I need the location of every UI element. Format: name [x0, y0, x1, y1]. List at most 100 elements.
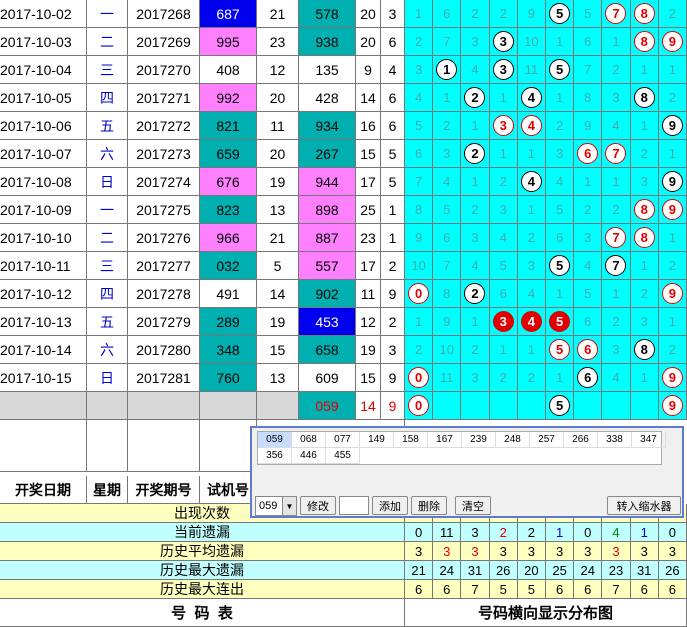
trial-number: 760 — [200, 364, 257, 392]
number-item[interactable]: 248 — [496, 432, 530, 448]
dist-cell: 8 — [630, 84, 659, 112]
dist-cell: 3 — [602, 336, 631, 364]
number-item[interactable]: 149 — [360, 432, 394, 448]
number-select[interactable]: 059 ▼ — [255, 496, 297, 516]
draw-date: 2017-10-09 — [0, 196, 87, 224]
stat-value: 26 — [658, 561, 687, 580]
sum-value: 23 — [356, 224, 381, 252]
sum-value: 12 — [356, 308, 381, 336]
number-item[interactable]: 455 — [326, 448, 360, 464]
hit-ball: 2 — [464, 283, 486, 304]
number-item[interactable]: 356 — [258, 448, 292, 464]
current-dist-cell — [433, 392, 462, 420]
span-value: 1 — [381, 196, 405, 224]
number-item[interactable]: 059 — [258, 432, 292, 448]
number-item[interactable]: 077 — [326, 432, 360, 448]
dist-cell: 6 — [546, 224, 575, 252]
number-item[interactable]: 068 — [292, 432, 326, 448]
weekday: 二 — [87, 28, 128, 56]
dist-cell: 2 — [461, 280, 490, 308]
hit-ball: 4 — [520, 171, 542, 192]
clear-button[interactable]: 清空 — [455, 496, 491, 515]
stat-value: 3 — [461, 542, 490, 561]
trial-sum: 12 — [257, 56, 299, 84]
current-dist-cell — [602, 392, 631, 420]
number-input[interactable] — [339, 496, 369, 515]
dist-cell: 1 — [489, 140, 518, 168]
dist-cell: 5 — [433, 196, 462, 224]
weekday: 四 — [87, 280, 128, 308]
number-item[interactable]: 257 — [530, 432, 564, 448]
trial-number: 966 — [200, 224, 257, 252]
header-wk: 星期 — [87, 476, 128, 504]
dist-cell: 6 — [433, 224, 462, 252]
dist-cell: 2 — [433, 112, 462, 140]
winning-number: 898 — [299, 196, 356, 224]
period-number: 2017273 — [128, 140, 200, 168]
transfer-to-filter-button[interactable]: 转入缩水器 — [607, 496, 681, 515]
winning-number: 902 — [299, 280, 356, 308]
dist-cell: 2 — [658, 84, 687, 112]
sum-value: 9 — [356, 56, 381, 84]
dist-cell: 3 — [602, 84, 631, 112]
dist-cell: 5 — [546, 56, 575, 84]
dist-cell: 3 — [630, 168, 659, 196]
dist-cell: 4 — [574, 252, 603, 280]
dist-cell: 3 — [461, 224, 490, 252]
dist-cell: 1 — [658, 224, 687, 252]
dist-cell: 7 — [602, 224, 631, 252]
dist-cell: 0 — [405, 280, 434, 308]
delete-button[interactable]: 删除 — [411, 496, 447, 515]
number-item[interactable]: 266 — [564, 432, 598, 448]
dist-cell: 4 — [517, 84, 546, 112]
number-item[interactable]: 338 — [598, 432, 632, 448]
trial-number: 821 — [200, 112, 257, 140]
number-list[interactable]: 059 068 077 149 158 167 239 248 257 266 338 347 356 4… — [257, 431, 666, 465]
weekday: 五 — [87, 308, 128, 336]
dist-cell: 7 — [405, 168, 434, 196]
stat-value: 7 — [602, 580, 631, 599]
chevron-down-icon[interactable]: ▼ — [282, 497, 296, 515]
footer-left: 号 码 表 — [0, 599, 405, 627]
dist-cell: 8 — [574, 84, 603, 112]
span-value: 6 — [381, 28, 405, 56]
add-button[interactable]: 添加 — [372, 496, 408, 515]
edit-button[interactable]: 修改 — [300, 496, 336, 515]
number-item[interactable]: 158 — [394, 432, 428, 448]
span-value: 1 — [381, 224, 405, 252]
stat-value: 21 — [405, 561, 434, 580]
stat-value: 3 — [630, 542, 659, 561]
weekday: 日 — [87, 168, 128, 196]
number-item[interactable]: 446 — [292, 448, 326, 464]
current-dist-cell — [630, 392, 659, 420]
draw-date: 2017-10-07 — [0, 140, 87, 168]
period-number: 2017276 — [128, 224, 200, 252]
number-item[interactable]: 167 — [428, 432, 462, 448]
dist-cell: 1 — [461, 308, 490, 336]
number-item[interactable]: 347 — [632, 432, 666, 448]
trial-sum: 20 — [257, 140, 299, 168]
stat-value: 6 — [546, 580, 575, 599]
stat-value: 0 — [574, 523, 603, 542]
sum-value: 20 — [356, 0, 381, 28]
span-value: 6 — [381, 84, 405, 112]
sum-value: 25 — [356, 196, 381, 224]
dist-cell: 3 — [461, 28, 490, 56]
hit-ball: 2 — [464, 143, 486, 164]
number-item[interactable]: 239 — [462, 432, 496, 448]
stat-value: 6 — [405, 580, 434, 599]
dist-cell: 1 — [658, 56, 687, 84]
stat-value: 2 — [489, 523, 518, 542]
stat-value: 3 — [602, 542, 631, 561]
hit-ball: 6 — [577, 367, 599, 388]
dist-cell: 5 — [405, 112, 434, 140]
period-number: 2017279 — [128, 308, 200, 336]
hit-ball: 7 — [605, 3, 627, 24]
stat-value: 5 — [517, 580, 546, 599]
stat-label: 历史平均遗漏 — [0, 542, 405, 561]
dist-cell: 7 — [433, 28, 462, 56]
winning-number: 609 — [299, 364, 356, 392]
period-number: 2017277 — [128, 252, 200, 280]
dist-cell: 2 — [405, 336, 434, 364]
current-dist-cell: 0 — [405, 392, 434, 420]
